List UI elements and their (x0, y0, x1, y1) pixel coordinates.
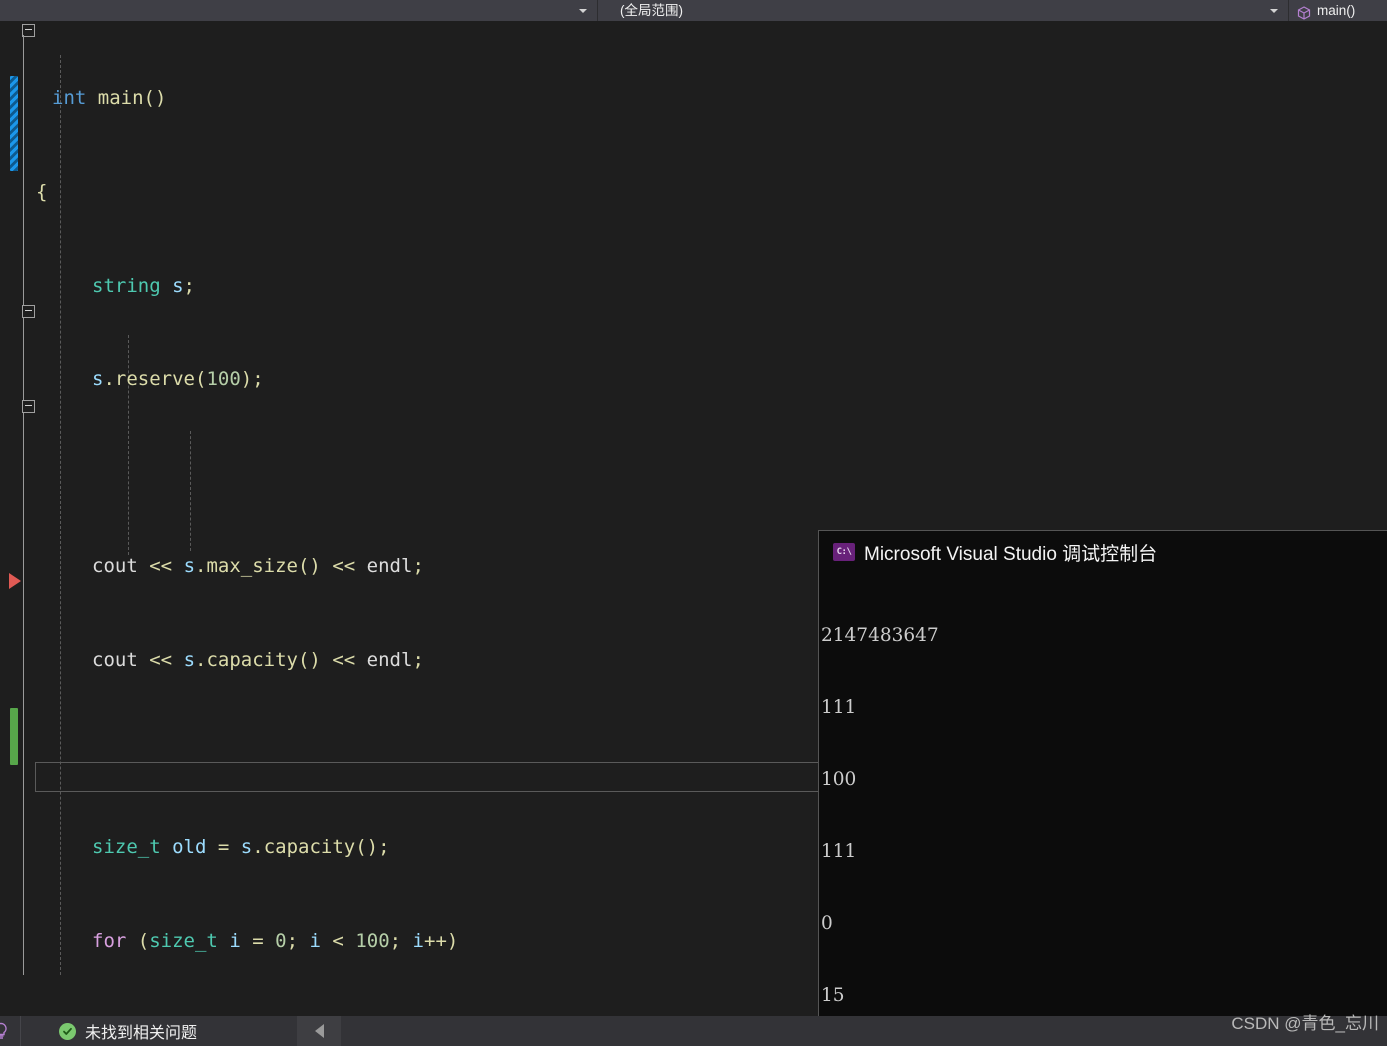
scope-dropdown[interactable]: (全局范围) (598, 0, 1289, 21)
console-title-bar[interactable]: C:\ Microsoft Visual Studio 调试控制台 (819, 531, 1387, 573)
console-output-line: 0 (821, 913, 833, 934)
status-bar: 未找到相关问题 (0, 1016, 1387, 1046)
console-output-line: 2147483647 (821, 625, 939, 646)
change-bar-saved (10, 708, 18, 765)
code-line[interactable]: int main() (32, 83, 1387, 114)
change-bar-unsaved (10, 76, 18, 171)
member-dropdown[interactable]: main() (1289, 0, 1387, 21)
chevron-down-icon[interactable] (1268, 0, 1280, 21)
fold-guide-main (23, 35, 24, 975)
code-line[interactable]: string s; (32, 271, 1387, 302)
console-output-line: 100 (821, 769, 857, 790)
navigation-bar: (全局范围) main() (0, 0, 1387, 21)
member-dropdown-label: main() (1317, 3, 1356, 18)
scope-dropdown-label: (全局范围) (620, 3, 683, 18)
console-output-line: 15 (821, 985, 845, 1006)
status-separator (20, 1016, 21, 1046)
console-output: 2147483647 111 100 111 0 15 D:\code\2023… (819, 573, 1387, 1018)
check-circle-icon (59, 1022, 76, 1040)
debug-console-window[interactable]: C:\ Microsoft Visual Studio 调试控制台 214748… (818, 530, 1387, 1018)
lightbulb-icon[interactable] (0, 1016, 10, 1046)
code-line[interactable] (32, 458, 1387, 489)
code-line[interactable]: { (32, 177, 1387, 208)
console-output-line: 111 (821, 697, 857, 718)
console-output-line: 111 (821, 841, 857, 862)
error-list-status-text: 未找到相关问题 (85, 1025, 198, 1042)
cube-icon (1297, 5, 1311, 20)
console-title-text: Microsoft Visual Studio 调试控制台 (864, 543, 1158, 565)
watermark: CSDN @青色_忘川 (1231, 1014, 1379, 1033)
chevron-left-icon[interactable] (297, 1016, 341, 1046)
code-line[interactable]: s.reserve(100); (32, 364, 1387, 395)
chevron-down-icon[interactable] (577, 0, 589, 21)
console-icon: C:\ (833, 543, 855, 561)
visual-studio-window: (全局范围) main() int main() {string s; s.r… (0, 0, 1387, 1046)
project-dropdown[interactable] (0, 0, 598, 21)
